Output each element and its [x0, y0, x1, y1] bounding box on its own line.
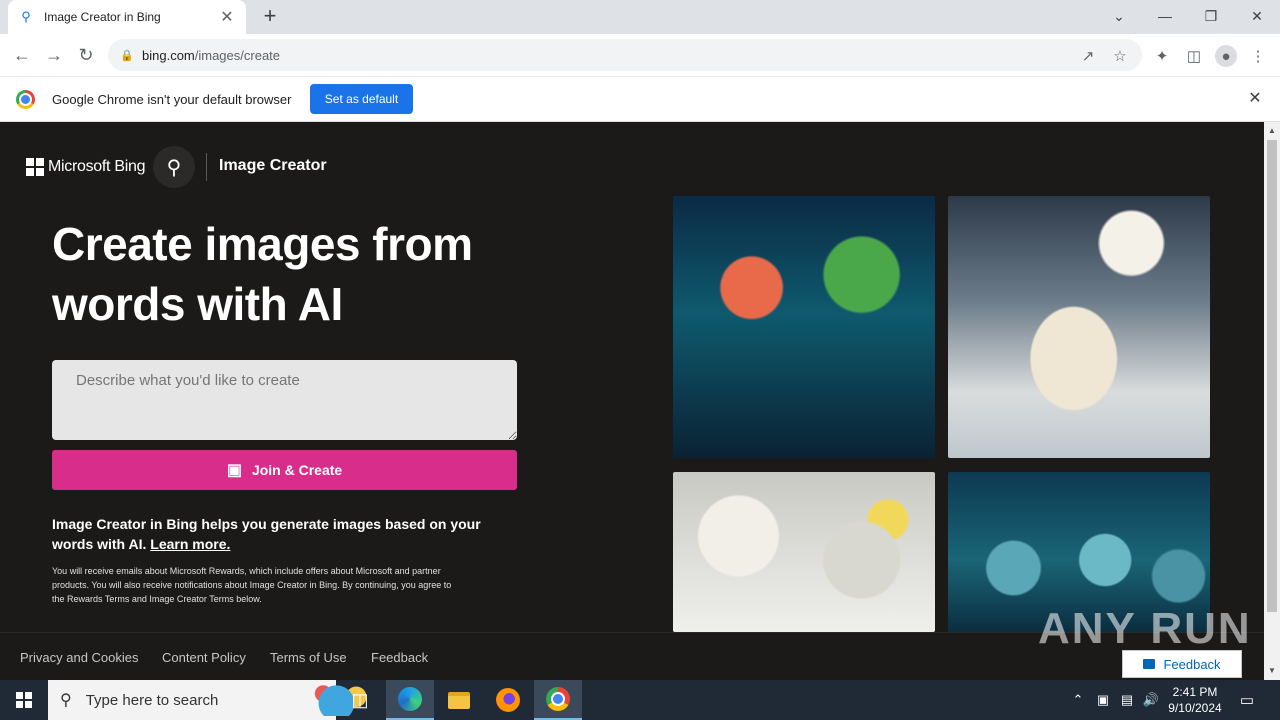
tab-title: Image Creator in Bing — [44, 10, 161, 24]
gallery-image-polar-bears-moon[interactable] — [948, 196, 1210, 458]
share-icon[interactable]: ↗ — [1078, 46, 1098, 66]
brand-name[interactable]: Microsoft Bing — [48, 158, 145, 176]
feedback-icon — [1143, 659, 1156, 669]
search-icon: ⚲ — [60, 692, 72, 709]
sidepanel-icon[interactable]: ◫ — [1183, 45, 1205, 67]
fine-print: You will receive emails about Microsoft … — [52, 566, 452, 604]
search-icon[interactable]: ⚲ — [153, 146, 195, 188]
star-icon[interactable]: ☆ — [1110, 46, 1130, 66]
extensions-icon[interactable]: ✦ — [1151, 45, 1173, 67]
chrome-taskbar-button[interactable] — [534, 680, 582, 720]
profile-icon[interactable]: ● — [1215, 45, 1237, 67]
browser-tab[interactable]: ⚲ Image Creator in Bing ✕ — [8, 0, 246, 34]
back-arrow-icon[interactable]: ← — [8, 41, 36, 69]
windows-icon — [16, 692, 32, 708]
image-create-icon: ▣ — [226, 462, 242, 479]
chevron-down-icon[interactable]: ⌄ — [1096, 0, 1142, 32]
page-headline: Create images from words with AI — [52, 218, 473, 330]
tab-strip: ⚲ Image Creator in Bing ✕ + ⌄ — ❐ ✕ — [0, 0, 1280, 34]
prompt-input[interactable] — [52, 360, 517, 440]
clock-time: 2:41 PM — [1172, 685, 1218, 699]
menu-icon[interactable]: ⋮ — [1247, 45, 1269, 67]
edge-icon — [398, 687, 422, 711]
minimize-icon[interactable]: — — [1142, 0, 1188, 32]
start-button[interactable] — [0, 680, 48, 720]
gallery-image-polar-bears-lemonade[interactable] — [673, 472, 935, 632]
firefox-icon — [496, 688, 520, 712]
learn-more-link[interactable]: Learn more. — [150, 536, 230, 552]
address-bar[interactable]: 🔒 bing.com/images/create ↗ ☆ — [108, 39, 1142, 71]
device-icon[interactable]: ▣ — [1094, 691, 1112, 709]
app-title[interactable]: Image Creator — [219, 157, 327, 175]
default-browser-infobar: Google Chrome isn't your default browser… — [0, 76, 1280, 122]
forward-arrow-icon[interactable]: → — [40, 41, 68, 69]
feedback-label: Feedback — [1163, 656, 1221, 672]
plus-icon[interactable]: + — [258, 4, 282, 28]
volume-icon[interactable]: 🔊 — [1142, 691, 1160, 709]
search-icon: ⚲ — [21, 9, 31, 24]
chevron-up-icon[interactable]: ⌃ — [1069, 691, 1087, 709]
taskbar-search-placeholder: Type here to search — [85, 691, 219, 709]
url-text: bing.com/images/create — [142, 47, 281, 63]
close-window-icon[interactable]: ✕ — [1234, 0, 1280, 32]
lock-icon[interactable]: 🔒 — [120, 49, 134, 62]
system-clock[interactable]: 2:41 PM 9/10/2024 — [1160, 684, 1230, 716]
join-button-label: Join & Create — [251, 462, 343, 478]
footer-link-terms[interactable]: Terms of Use — [270, 650, 347, 665]
notifications-icon[interactable]: ▭ — [1236, 690, 1258, 710]
scroll-up-icon[interactable]: ▲ — [1267, 126, 1277, 136]
close-icon[interactable]: ✕ — [218, 7, 236, 27]
network-icon[interactable]: ▤ — [1118, 691, 1136, 709]
anyrun-watermark: ANY RUN — [1038, 604, 1252, 653]
set-as-default-button[interactable]: Set as default — [310, 84, 413, 114]
windows-taskbar: ⚲ Type here to search ◫ ⌃ ▣ ▤ 🔊 2:41 PM … — [0, 680, 1280, 720]
infobar-message: Google Chrome isn't your default browser — [52, 92, 292, 107]
restore-icon[interactable]: ❐ — [1188, 0, 1234, 32]
task-view-icon[interactable]: ◫ — [336, 680, 384, 720]
clock-date: 9/10/2024 — [1168, 701, 1222, 715]
footer-link-content-policy[interactable]: Content Policy — [162, 650, 246, 665]
microsoft-logo-icon[interactable] — [26, 158, 44, 176]
close-icon[interactable]: ✕ — [1246, 90, 1264, 108]
folder-icon — [448, 691, 470, 709]
header-divider — [206, 153, 207, 181]
join-and-create-button[interactable]: ▣ Join & Create — [52, 450, 517, 490]
scroll-down-icon[interactable]: ▼ — [1267, 666, 1277, 676]
description: Image Creator in Bing helps you generate… — [52, 516, 481, 552]
browser-toolbar: ← → ↻ 🔒 bing.com/images/create ↗ ☆ ✦ ◫ ●… — [0, 34, 1280, 76]
edge-taskbar-button[interactable] — [386, 680, 434, 720]
reload-icon[interactable]: ↻ — [72, 41, 100, 69]
gallery-image-fantasy-forest[interactable] — [673, 196, 935, 458]
firefox-taskbar-button[interactable] — [484, 680, 532, 720]
file-explorer-taskbar-button[interactable] — [435, 680, 483, 720]
taskbar-search[interactable]: ⚲ Type here to search — [48, 680, 376, 720]
footer-link-feedback[interactable]: Feedback — [371, 650, 428, 665]
page-content: Microsoft Bing ⚲ Image Creator Create im… — [0, 122, 1264, 632]
scroll-thumb[interactable] — [1267, 140, 1277, 612]
footer-link-privacy[interactable]: Privacy and Cookies — [20, 650, 139, 665]
feedback-button[interactable]: Feedback — [1122, 650, 1242, 678]
chrome-logo-icon — [16, 90, 35, 109]
chrome-icon — [546, 687, 570, 711]
page-scrollbar[interactable]: ▲ ▼ — [1264, 122, 1280, 680]
